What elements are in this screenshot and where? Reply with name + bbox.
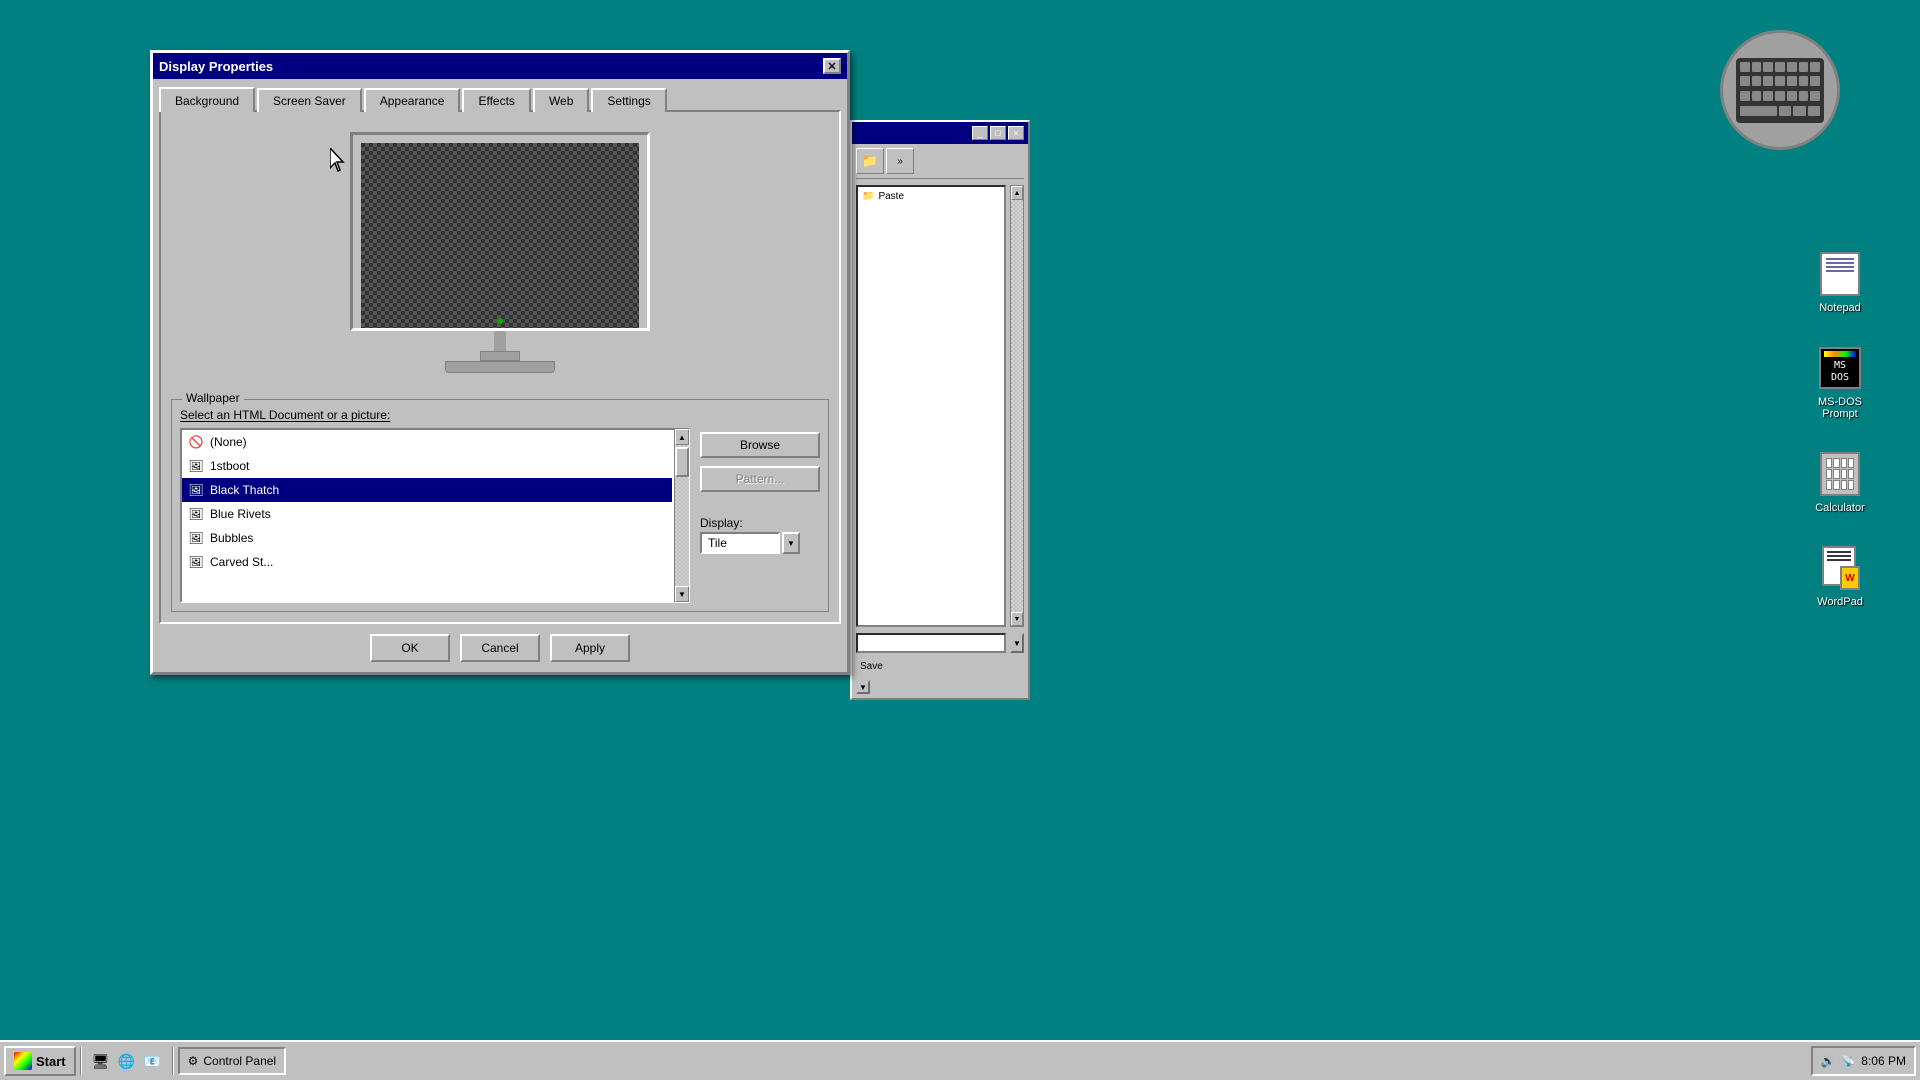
taskbar: Start 🖥 🌐 📧 ⚙ Control Panel 🔊 📡 8:06 PM: [0, 1040, 1920, 1080]
tab-web[interactable]: Web: [533, 88, 589, 112]
wallpaper-list-container: 🚫 (None) 🖼 1stboot 🖼 Black Thatch: [180, 428, 690, 603]
ql-desktop-icon[interactable]: 🖥: [90, 1050, 112, 1072]
wordpad-label: WordPad: [1817, 596, 1863, 608]
blue-rivets-icon: 🖼: [188, 506, 204, 522]
scroll-track[interactable]: [675, 445, 689, 586]
wordpad-icon-img: W: [1816, 544, 1864, 592]
taskbar-divider-1: [80, 1047, 82, 1075]
cancel-button[interactable]: Cancel: [460, 634, 540, 662]
browse-button[interactable]: Browse: [700, 432, 820, 458]
system-tray: 🔊 📡 8:06 PM: [1811, 1046, 1916, 1076]
dialog-close-button[interactable]: ✕: [823, 58, 841, 74]
display-label: Display:: [700, 516, 820, 530]
bg-window-titlebar: _ □ ×: [852, 122, 1028, 144]
wallpaper-group-label: Wallpaper: [182, 391, 244, 405]
bg-maximize-btn[interactable]: □: [990, 126, 1006, 140]
scroll-up-arrow[interactable]: ▲: [675, 429, 689, 445]
taskbar-item-cp-icon: ⚙: [188, 1054, 199, 1068]
dialog-button-area: OK Cancel Apply: [153, 624, 847, 672]
bubbles-icon: 🖼: [188, 530, 204, 546]
windows-logo-icon: [14, 1052, 32, 1070]
keyboard-decoration: [1720, 30, 1840, 150]
display-dropdown: Tile ▼: [700, 532, 820, 554]
tab-bar: Background Screen Saver Appearance Effec…: [153, 79, 847, 110]
start-button[interactable]: Start: [4, 1046, 76, 1076]
calc-icon-img: [1816, 450, 1864, 498]
list-item-carved-label: Carved St...: [210, 555, 273, 569]
taskbar-item-cp-label: Control Panel: [203, 1054, 276, 1068]
list-item-bubbles[interactable]: 🖼 Bubbles: [182, 526, 672, 550]
bg-minimize-btn[interactable]: _: [972, 126, 988, 140]
ok-button[interactable]: OK: [370, 634, 450, 662]
black-thatch-icon: 🖼: [188, 482, 204, 498]
list-item-black-thatch[interactable]: 🖼 Black Thatch: [182, 478, 672, 502]
monitor-neck: [494, 331, 506, 351]
bg-close-btn[interactable]: ×: [1008, 126, 1024, 140]
monitor-preview: [171, 122, 829, 393]
display-properties-dialog: Display Properties ✕ Background Screen S…: [150, 50, 850, 675]
tab-settings[interactable]: Settings: [591, 88, 666, 112]
wallpaper-list[interactable]: 🚫 (None) 🖼 1stboot 🖼 Black Thatch: [180, 428, 690, 603]
notepad-label: Notepad: [1819, 302, 1861, 314]
desktop-icon-notepad[interactable]: Notepad: [1800, 250, 1880, 314]
quick-launch-area: 🖥 🌐 📧: [90, 1050, 164, 1072]
bg-toolbar-icon1[interactable]: 📁: [856, 148, 884, 174]
tab-screen-saver[interactable]: Screen Saver: [257, 88, 362, 112]
scroll-thumb[interactable]: [675, 447, 689, 477]
msdos-icon-img: MSDOS: [1816, 344, 1864, 392]
pattern-button[interactable]: Pattern...: [700, 466, 820, 492]
start-label: Start: [36, 1054, 66, 1069]
monitor-stand-bottom: [445, 361, 555, 373]
msdos-label: MS-DOSPrompt: [1818, 396, 1862, 420]
taskbar-divider-2: [172, 1047, 174, 1075]
tab-content-background: Wallpaper Select an HTML Document or a p…: [159, 110, 841, 624]
wallpaper-controls: Browse Pattern... Display: Tile ▼: [700, 428, 820, 554]
list-item-1stboot-label: 1stboot: [210, 459, 249, 473]
monitor-stand-top: [480, 351, 520, 361]
1stboot-icon: 🖼: [188, 458, 204, 474]
list-item-carved[interactable]: 🖼 Carved St...: [182, 550, 672, 574]
wallpaper-subtitle: Select an HTML Document or a picture:: [180, 408, 820, 422]
list-item-none-label: (None): [210, 435, 247, 449]
display-value[interactable]: Tile: [700, 532, 780, 554]
ql-ie-icon[interactable]: 🌐: [116, 1050, 138, 1072]
apply-button[interactable]: Apply: [550, 634, 630, 662]
wallpaper-group: Wallpaper Select an HTML Document or a p…: [171, 399, 829, 612]
desktop: Notepad MSDOS MS-DOSPrompt Calculator: [0, 0, 1920, 1080]
wallpaper-list-scrollbar: ▲ ▼: [674, 428, 690, 603]
bg-toolbar-icon2[interactable]: »: [886, 148, 914, 174]
none-icon: 🚫: [188, 434, 204, 450]
desktop-icon-msdos[interactable]: MSDOS MS-DOSPrompt: [1800, 344, 1880, 420]
desktop-icons-area: Notepad MSDOS MS-DOSPrompt Calculator: [1800, 250, 1880, 608]
wallpaper-body: 🚫 (None) 🖼 1stboot 🖼 Black Thatch: [180, 428, 820, 603]
notepad-icon-img: [1816, 250, 1864, 298]
tab-appearance[interactable]: Appearance: [364, 88, 461, 112]
dialog-title: Display Properties: [159, 59, 823, 74]
monitor-led: [497, 318, 503, 324]
monitor-screen: [361, 143, 639, 328]
ql-outlook-icon[interactable]: 📧: [142, 1050, 164, 1072]
list-item-black-thatch-label: Black Thatch: [210, 483, 279, 497]
calc-label: Calculator: [1815, 502, 1865, 514]
list-item-blue-rivets-label: Blue Rivets: [210, 507, 271, 521]
list-item-1stboot[interactable]: 🖼 1stboot: [182, 454, 672, 478]
list-item-none[interactable]: 🚫 (None): [182, 430, 672, 454]
network-icon: 📡: [1842, 1055, 1856, 1068]
monitor-outer: [350, 132, 650, 331]
wallpaper-preview: [361, 143, 639, 328]
list-item-bubbles-label: Bubbles: [210, 531, 253, 545]
tab-background[interactable]: Background: [159, 87, 255, 112]
background-window: _ □ × 📁 » 📁Paste ▲ ▼: [850, 120, 1030, 700]
desktop-icon-calc[interactable]: Calculator: [1800, 450, 1880, 514]
clock: 8:06 PM: [1861, 1054, 1906, 1068]
carved-icon: 🖼: [188, 554, 204, 570]
tab-effects[interactable]: Effects: [462, 88, 530, 112]
desktop-icon-wordpad[interactable]: W WordPad: [1800, 544, 1880, 608]
taskbar-item-control-panel[interactable]: ⚙ Control Panel: [178, 1047, 286, 1075]
volume-icon[interactable]: 🔊: [1821, 1054, 1836, 1068]
display-dropdown-arrow[interactable]: ▼: [782, 532, 800, 554]
scroll-down-arrow[interactable]: ▼: [675, 586, 689, 602]
list-item-blue-rivets[interactable]: 🖼 Blue Rivets: [182, 502, 672, 526]
dialog-titlebar: Display Properties ✕: [153, 53, 847, 79]
